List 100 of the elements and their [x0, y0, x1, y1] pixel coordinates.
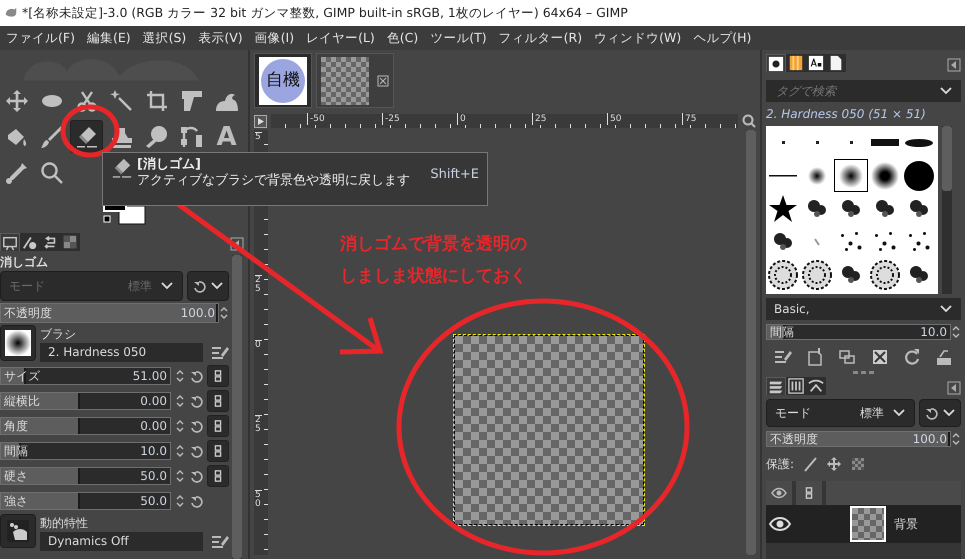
search-input[interactable]: タグで検索 [774, 81, 939, 101]
reset-dropdown[interactable] [919, 399, 961, 427]
menu-item[interactable]: 選択(S) [136, 28, 192, 48]
slider[interactable]: 角度 0.00 [0, 416, 171, 434]
brush-shape-icon [808, 200, 826, 217]
menu-item[interactable]: 表示(V) [192, 28, 249, 48]
brush-item[interactable] [800, 258, 834, 291]
spin-arrows-icon[interactable] [219, 305, 229, 321]
eraser-icon [111, 157, 133, 179]
brush-name-field[interactable]: 2. Hardness 050 [40, 343, 203, 362]
opacity-slider[interactable]: 不透明度 100.0 [766, 431, 951, 447]
menu-item[interactable]: ウィンドウ(W) [588, 28, 688, 48]
eye-icon[interactable] [769, 515, 791, 533]
spin-arrows-icon[interactable] [175, 468, 185, 484]
brush-shape-icon [908, 232, 930, 251]
brush-preview[interactable] [0, 325, 36, 361]
column-header[interactable] [796, 481, 822, 505]
brush-shape-icon [871, 139, 899, 146]
brush-shape-icon [904, 160, 934, 190]
resize-handle-icon[interactable] [853, 371, 874, 374]
brush-item[interactable] [766, 258, 800, 291]
slider-label: 不透明度 [3, 305, 53, 322]
link-button[interactable] [207, 414, 229, 436]
spin-arrows-icon[interactable] [175, 418, 185, 434]
dock-tab[interactable] [826, 54, 846, 72]
brush-item[interactable] [834, 159, 868, 192]
slider-label: 間隔 [769, 324, 795, 341]
image-tab[interactable] [316, 53, 394, 108]
dock-tab[interactable] [20, 233, 40, 251]
link-button[interactable] [207, 364, 229, 386]
document-icon [828, 55, 844, 71]
slider[interactable]: 強さ 50.0 [0, 492, 171, 510]
dock-tab[interactable] [786, 54, 806, 72]
export-icon[interactable] [934, 348, 953, 366]
spin-arrows-icon[interactable] [951, 431, 961, 447]
spin-arrows-icon[interactable] [951, 324, 961, 340]
slider[interactable]: サイズ 51.00 [0, 366, 171, 384]
brush-lock-icon[interactable] [802, 456, 818, 472]
dock-tab[interactable] [766, 54, 786, 72]
dynamics-field[interactable]: Dynamics Off [40, 532, 203, 551]
spin-arrows-icon[interactable] [175, 492, 185, 508]
slider-value: 100.0 [912, 431, 948, 448]
dock-tab[interactable] [0, 233, 20, 251]
tool-button[interactable] [70, 120, 103, 153]
scrollbar[interactable] [232, 255, 242, 559]
zoom-icon[interactable] [742, 114, 756, 128]
menu-item[interactable]: 画像(I) [248, 28, 300, 48]
dock-tab[interactable] [806, 377, 826, 395]
dock-tab[interactable] [806, 54, 826, 72]
reset-icon [189, 444, 203, 458]
alpha-lock-icon[interactable] [850, 456, 866, 472]
crop-icon [144, 88, 168, 112]
menu-item[interactable]: ツール(T) [424, 28, 493, 48]
spin-arrows-icon[interactable] [175, 368, 185, 384]
scrollbar[interactable] [942, 126, 952, 294]
tag-dropdown[interactable]: Basic, [766, 298, 961, 320]
link-button[interactable] [207, 390, 229, 412]
refresh-icon[interactable] [902, 348, 921, 366]
dock-tab[interactable] [766, 377, 786, 395]
close-icon[interactable] [377, 74, 389, 86]
edit-icon[interactable] [774, 348, 792, 366]
move-lock-icon[interactable] [826, 456, 842, 472]
slider-value: 0.00 [139, 418, 168, 434]
slider[interactable]: 縦横比 0.00 [0, 392, 171, 410]
brush-item[interactable] [902, 159, 936, 192]
duplicate-icon[interactable] [838, 348, 856, 366]
menu-item[interactable]: レイヤー(L) [300, 28, 381, 48]
dock-tab[interactable] [786, 377, 806, 395]
brush-item[interactable] [868, 159, 902, 192]
mode-dropdown[interactable]: モード 標準 [766, 399, 915, 427]
spin-arrows-icon[interactable] [175, 392, 185, 408]
logo-text: 自機 [261, 58, 305, 102]
spin-arrows-icon[interactable] [175, 442, 185, 458]
opacity-slider[interactable]: 不透明度 100.0 [0, 303, 219, 323]
menu-item[interactable]: ファイル(F) [0, 28, 81, 48]
menu-item[interactable]: 色(C) [380, 28, 424, 48]
chain-icon [212, 468, 224, 482]
menu-item[interactable]: ヘルプ(H) [687, 28, 758, 48]
image-tab[interactable]: 自機 [254, 53, 312, 108]
menu-item[interactable]: フィルター(R) [492, 28, 588, 48]
slider-label: 硬さ [3, 468, 29, 484]
slider[interactable]: 硬さ 50.0 [0, 466, 171, 484]
brush-item[interactable] [868, 258, 902, 291]
menu-item[interactable]: 編集(E) [80, 28, 137, 48]
scrollbar[interactable] [746, 130, 756, 555]
move-icon [4, 88, 28, 112]
tool-button[interactable]: A [210, 120, 243, 153]
spacing-slider[interactable]: 間隔 10.0 [766, 324, 951, 340]
link-button[interactable] [207, 440, 229, 462]
new-icon[interactable] [806, 348, 824, 366]
slider[interactable]: 間隔 10.0 [0, 442, 171, 460]
undo-history-icon [42, 234, 58, 250]
link-button[interactable] [207, 464, 229, 486]
slider-value: 50.0 [139, 492, 168, 510]
layer-row[interactable]: 背景 [766, 505, 961, 543]
tag-search-dropdown[interactable]: タグで検索 [766, 80, 961, 102]
reset-dropdown[interactable] [187, 271, 229, 301]
dynamics-preview[interactable] [0, 514, 36, 548]
delete-icon[interactable] [870, 348, 889, 366]
column-header[interactable] [766, 481, 792, 505]
